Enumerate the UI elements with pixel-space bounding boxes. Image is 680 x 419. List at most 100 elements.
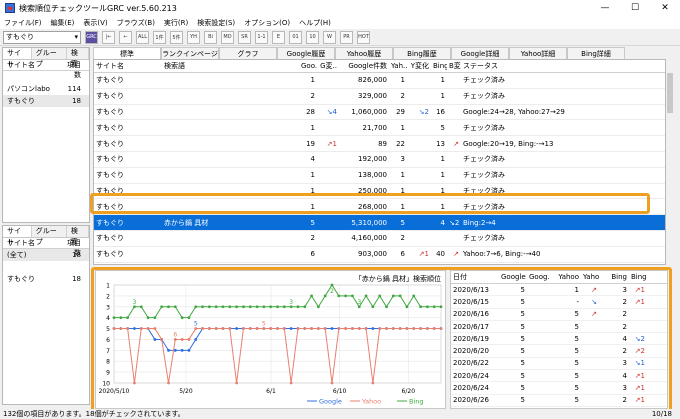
sr-button[interactable]: SR <box>238 30 251 44</box>
zero-one-button[interactable]: 01 <box>289 30 302 44</box>
grid-scrollbar[interactable] <box>666 59 674 265</box>
tab-graph[interactable]: グラフ <box>219 47 277 59</box>
x-tick-label: 5/20 <box>179 388 193 395</box>
history-row[interactable]: 2020/6/16 5 5 ↗ 2 <box>451 309 667 321</box>
col-google-change[interactable]: Goog.. <box>527 273 549 281</box>
col-date[interactable]: 日付 <box>451 272 499 282</box>
table-row[interactable]: すもぐり↗816↗2↘1チェック済み <box>94 263 665 264</box>
w-button[interactable]: W <box>323 30 336 44</box>
tab-site[interactable]: サイト <box>3 226 32 246</box>
list-item[interactable]: すもぐり 18 <box>3 273 89 285</box>
list-item[interactable] <box>3 71 89 83</box>
menu-edit[interactable]: 編集(E) <box>51 18 75 28</box>
history-row[interactable]: 2020/6/22 5 5 3 ↘1 <box>451 358 667 371</box>
tab-bing-history[interactable]: Bing履歴 <box>393 47 451 59</box>
five-button[interactable]: 5件 <box>170 30 183 44</box>
col-google-change[interactable]: G変.. <box>317 61 339 71</box>
pr-button[interactable]: PR <box>340 30 353 44</box>
cell-date: 2020/6/24 <box>453 371 489 380</box>
list-item[interactable]: すもぐり 18 <box>3 95 89 107</box>
history-row[interactable]: 2020/6/26 5 5 2 ↗1 <box>451 395 667 407</box>
data-point-bing <box>214 305 218 309</box>
col-google[interactable]: Google <box>499 273 527 281</box>
menu-view[interactable]: 表示(V) <box>83 18 107 28</box>
col-yahoo-rank[interactable]: Yah.. <box>389 62 407 70</box>
history-row[interactable]: 2020/6/13 5 1 ↗ 3 ↗1 <box>451 284 667 297</box>
tab-group[interactable]: グループ <box>32 48 67 68</box>
hot-button[interactable]: HOT <box>357 30 370 44</box>
history-row[interactable]: 2020/6/24 5 5 3 ↗1 <box>451 382 667 395</box>
col-bing-change[interactable]: B変.. <box>447 61 461 71</box>
prev-button[interactable]: ← <box>119 30 132 44</box>
tab-yahoo-history[interactable]: Yahoo履歴 <box>335 47 393 59</box>
history-row[interactable]: 2020/6/24 5 5 4 ↗1 <box>451 370 667 383</box>
close-button[interactable]: ✕ <box>650 0 680 16</box>
history-row[interactable]: 2020/6/15 5 - ↘ 2 ↗1 <box>451 296 667 309</box>
col-yahoo-change[interactable]: Yaho.. <box>581 273 599 281</box>
tab-group[interactable]: グループ <box>32 226 67 246</box>
col-status[interactable]: ステータス <box>461 61 621 71</box>
all-button[interactable]: ALL <box>136 30 149 44</box>
tab-search[interactable]: 検索 <box>67 226 90 246</box>
table-row[interactable]: すもぐり 6 903,000 6 ↗1 40 ↗ Yahoo:7→6, Bing:-→40 <box>94 247 665 263</box>
col-item-count[interactable]: 項目数 <box>61 60 81 79</box>
col-site[interactable]: サイト名 <box>94 61 162 71</box>
menu-browse[interactable]: ブラウズ(B) <box>117 18 155 28</box>
data-point-bing <box>330 283 334 287</box>
menu-search-settings[interactable]: 検索設定(S) <box>197 18 235 28</box>
col-bing-change[interactable]: Bing.. <box>629 273 647 281</box>
one-button[interactable]: 1件 <box>153 30 166 44</box>
tab-rankin-page[interactable]: ランクインページ <box>161 47 219 59</box>
tab-standard[interactable]: 標準 <box>93 47 161 59</box>
table-row[interactable]: すもぐり 1 250,000 1 1 チェック済み <box>94 184 665 200</box>
col-site-name[interactable]: サイト名 <box>3 60 61 70</box>
md-button[interactable]: MD <box>221 30 234 44</box>
tab-search[interactable]: 検索 <box>67 48 90 68</box>
e-button[interactable]: E <box>272 30 285 44</box>
history-row[interactable]: 2020/6/17 5 5 2 <box>451 321 667 334</box>
tab-yahoo-detail[interactable]: Yahoo詳細 <box>509 47 567 59</box>
menu-run[interactable]: 実行(R) <box>164 18 188 28</box>
history-row[interactable]: 2020/6/20 5 5 2 ↗2 <box>451 345 667 358</box>
col-google-rank[interactable]: Goo.. <box>299 62 317 70</box>
scrollbar-thumb[interactable] <box>667 73 673 113</box>
col-google-count[interactable]: Google件数 <box>339 61 389 71</box>
col-keyword[interactable]: 検索語 <box>162 61 299 71</box>
bing-button[interactable]: Bi <box>204 30 217 44</box>
table-row[interactable]: すもぐり 赤から鍋 具材 5 5,310,000 5 4 ↘2 Bing:2→4 <box>94 215 665 231</box>
first-button[interactable]: |← <box>102 30 115 44</box>
table-row[interactable]: すもぐり 19 ↗1 89 22 13 ↗ Google:20→19, Bing:-→13 <box>94 136 665 152</box>
tab-site[interactable]: サイト <box>3 48 32 68</box>
ten-button[interactable]: 10 <box>306 30 319 44</box>
tab-bing-detail[interactable]: Bing詳細 <box>567 47 625 59</box>
history-row[interactable]: 2020/6/19 5 5 4 ↘2 <box>451 333 667 346</box>
table-row[interactable]: すもぐり 28 ↘4 1,060,000 29 ↘2 16 Google:24→28, Yah… <box>94 105 665 121</box>
minimize-button[interactable]: — <box>590 0 620 16</box>
one-one-button[interactable]: 1-1 <box>255 30 268 44</box>
col-yahoo-change[interactable]: Y変化 <box>407 61 431 71</box>
menu-file[interactable]: ファイル(F) <box>4 18 42 28</box>
table-row[interactable]: すもぐり 1 21,700 1 5 チェック済み <box>94 120 665 137</box>
menu-help[interactable]: ヘルプ(H) <box>299 18 331 28</box>
list-item[interactable]: (全て) 18 <box>3 249 89 261</box>
table-row[interactable]: すもぐり 4 192,000 3 1 チェック済み <box>94 152 665 168</box>
col-bing-rank[interactable]: Bing <box>431 62 447 70</box>
table-row[interactable]: すもぐり 1 826,000 1 1 チェック済み <box>94 73 665 89</box>
table-row[interactable]: すもぐり 1 138,000 1 1 チェック済み <box>94 168 665 184</box>
tab-google-detail[interactable]: Google詳細 <box>451 47 509 59</box>
list-item[interactable]: パソコンlabo 114 <box>3 83 89 95</box>
yahoo-button[interactable]: YH <box>187 30 200 44</box>
table-row[interactable]: すもぐり 1 268,000 1 1 チェック済み <box>94 199 665 216</box>
table-row[interactable]: すもぐり 2 4,160,000 2 チェック済み <box>94 231 665 247</box>
col-bing[interactable]: Bing <box>599 273 629 281</box>
menu-options[interactable]: オプション(O) <box>244 18 290 28</box>
site-combo[interactable]: すもぐり <box>3 30 81 44</box>
col-item-count[interactable]: 項目数 <box>61 238 81 257</box>
grc-button[interactable]: GRC <box>85 30 98 44</box>
tab-google-history[interactable]: Google履歴 <box>277 47 335 59</box>
col-yahoo[interactable]: Yahoo <box>549 273 581 281</box>
col-site-name[interactable]: サイト名 <box>3 238 61 248</box>
list-item[interactable] <box>3 261 89 273</box>
table-row[interactable]: すもぐり 2 329,000 2 1 チェック済み <box>94 89 665 105</box>
maximize-button[interactable]: ☐ <box>620 0 650 16</box>
